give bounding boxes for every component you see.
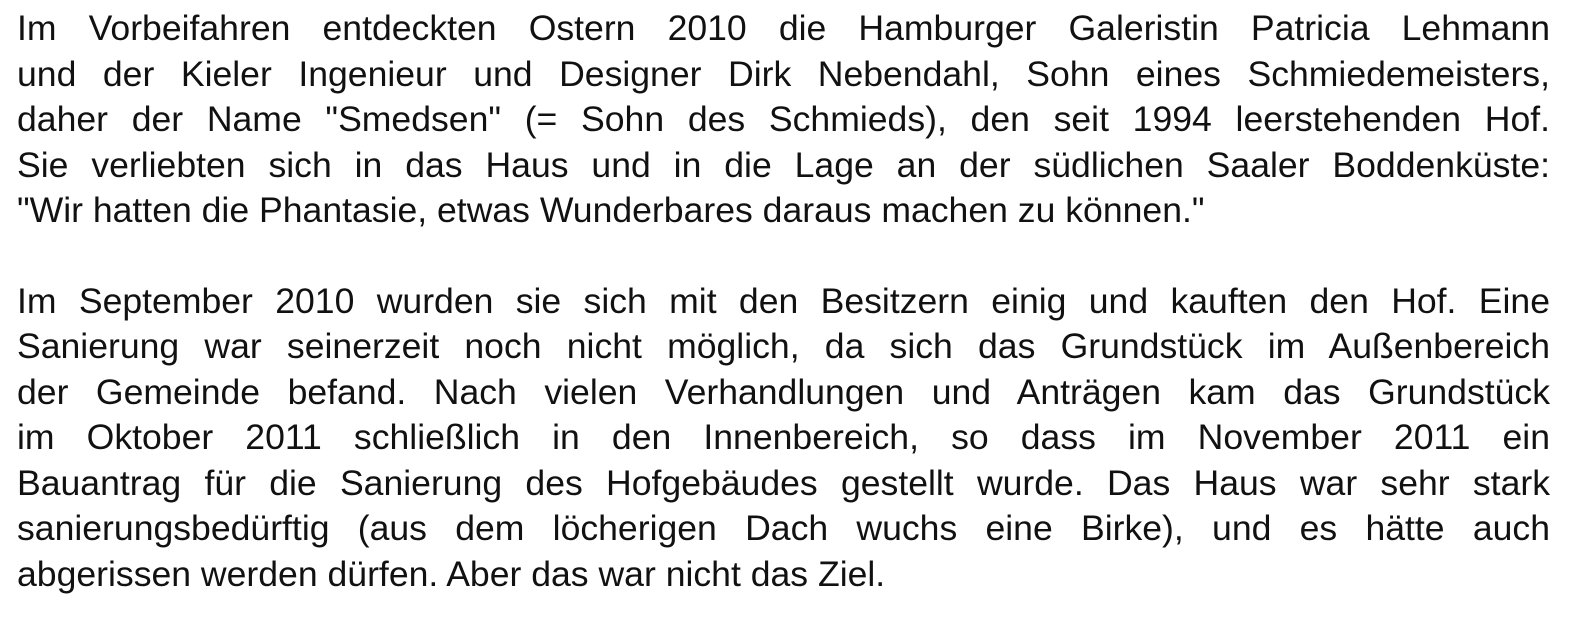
text-line: im Oktober 2011 schließlich in den Innen…: [17, 417, 1550, 457]
text-line: und der Kieler Ingenieur und Designer Di…: [17, 53, 1550, 94]
text-line: sanierungsbedürftig (aus dem löcherigen …: [17, 508, 1550, 548]
text-line: abgerissen werden dürfen. Aber das war n…: [17, 553, 886, 594]
text-line: Sanierung war seinerzeit noch nicht mögl…: [17, 326, 1550, 366]
paragraph-2: Im September 2010 wurden sie sich mit de…: [17, 279, 1550, 598]
paragraph-1: Im Vorbeifahren entdeckten Ostern 2010 d…: [17, 6, 1550, 234]
text-line: der Gemeinde befand. Nach vielen Verhand…: [17, 371, 1550, 412]
text-line: "Wir hatten die Phantasie, etwas Wunderb…: [17, 190, 1205, 230]
text-line: daher der Name "Smedsen" (= Sohn des Sch…: [17, 99, 1550, 139]
text-line: Im September 2010 wurden sie sich mit de…: [17, 280, 1550, 321]
document-body: Im Vorbeifahren entdeckten Ostern 2010 d…: [17, 6, 1550, 597]
text-line: Sie verliebten sich in das Haus und in d…: [17, 144, 1550, 185]
text-line: Im Vorbeifahren entdeckten Ostern 2010 d…: [17, 8, 1550, 48]
text-line: Bauantrag für die Sanierung des Hofgebäu…: [17, 462, 1550, 503]
